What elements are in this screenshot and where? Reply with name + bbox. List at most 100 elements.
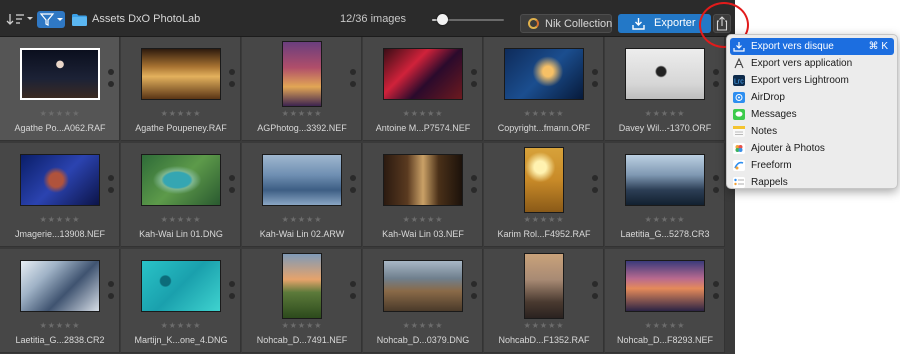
thumbnail-image[interactable] bbox=[141, 260, 221, 312]
thumbnail-cell[interactable]: ★★★★★ Nohcab_D...7491.NEF bbox=[242, 249, 362, 353]
thumbnail-image[interactable] bbox=[20, 260, 100, 312]
folder-name: Assets DxO PhotoLab bbox=[92, 13, 201, 25]
share-menu-item[interactable]: Ajouter à Photos bbox=[730, 140, 894, 157]
status-dot bbox=[108, 81, 114, 87]
status-dot bbox=[350, 81, 356, 87]
thumbnail-image[interactable] bbox=[282, 41, 322, 107]
thumbnail-cell[interactable]: ★★★★★ Karim Rol...F4952.RAF bbox=[484, 143, 604, 247]
status-dot bbox=[350, 175, 356, 181]
rating-stars[interactable]: ★★★★★ bbox=[363, 109, 483, 119]
export-disk-icon bbox=[733, 41, 745, 52]
rating-stars[interactable]: ★★★★★ bbox=[0, 109, 120, 119]
rating-stars[interactable]: ★★★★★ bbox=[0, 215, 120, 225]
thumbnail-cell[interactable]: ★★★★★ NohcabD...F1352.RAF bbox=[484, 249, 604, 353]
status-dot bbox=[592, 69, 598, 75]
thumbnail-cell[interactable]: ★★★★★ Martijn_K...one_4.DNG bbox=[121, 249, 241, 353]
zoom-slider-knob[interactable] bbox=[437, 14, 448, 25]
thumbnail-image[interactable] bbox=[141, 48, 221, 100]
sort-button[interactable] bbox=[6, 11, 34, 27]
rating-stars[interactable]: ★★★★★ bbox=[363, 215, 483, 225]
thumbnail-cell[interactable]: ★★★★★ Antoine M...P7574.NEF bbox=[363, 37, 483, 141]
status-dot bbox=[350, 187, 356, 193]
rating-stars[interactable]: ★★★★★ bbox=[121, 321, 241, 331]
thumbnail-cell[interactable]: ★★★★★ AGPhotog...3392.NEF bbox=[242, 37, 362, 141]
svg-text:Lrc: Lrc bbox=[734, 79, 744, 86]
thumbnail-image[interactable] bbox=[20, 154, 100, 206]
share-menu-item[interactable]: Export vers disque ⌘ K bbox=[730, 38, 894, 55]
thumbnail-cell[interactable]: ★★★★★ Jmagerie...13908.NEF bbox=[0, 143, 120, 247]
rating-stars[interactable]: ★★★★★ bbox=[484, 215, 604, 225]
share-menu-item-shortcut: ⌘ K bbox=[868, 41, 888, 52]
thumbnail-image[interactable] bbox=[141, 154, 221, 206]
status-dot bbox=[229, 187, 235, 193]
status-dot bbox=[713, 175, 719, 181]
thumbnail-filename: Agathe Po...A062.RAF bbox=[14, 123, 106, 133]
thumbnail-cell[interactable]: ★★★★★ Laetitia_G...2838.CR2 bbox=[0, 249, 120, 353]
thumbnail-cell[interactable]: ★★★★★ Kah-Wai Lin 02.ARW bbox=[242, 143, 362, 247]
thumbnail-image[interactable] bbox=[282, 253, 322, 319]
rating-stars[interactable]: ★★★★★ bbox=[242, 109, 362, 119]
rating-stars[interactable]: ★★★★★ bbox=[0, 321, 120, 331]
thumbnail-cell[interactable]: ★★★★★ Kah-Wai Lin 03.NEF bbox=[363, 143, 483, 247]
status-dot bbox=[108, 69, 114, 75]
thumbnail-image[interactable] bbox=[262, 154, 342, 206]
rating-stars[interactable]: ★★★★★ bbox=[242, 215, 362, 225]
share-menu-item[interactable]: Freeform bbox=[730, 157, 894, 174]
thumbnail-image[interactable] bbox=[524, 147, 564, 213]
share-menu-item-label: Messages bbox=[751, 109, 797, 120]
thumbnail-cell[interactable]: ★★★★★ Laetitia_G...5278.CR3 bbox=[605, 143, 725, 247]
rating-stars[interactable]: ★★★★★ bbox=[605, 215, 725, 225]
thumbnail-cell[interactable]: ★★★★★ Copyright...fmann.ORF bbox=[484, 37, 604, 141]
share-menu-item[interactable]: Notes bbox=[730, 123, 894, 140]
status-dot bbox=[471, 293, 477, 299]
share-menu-item-label: AirDrop bbox=[751, 92, 785, 103]
status-dot bbox=[229, 293, 235, 299]
nik-collection-button[interactable]: Nik Collection bbox=[520, 14, 612, 33]
rating-stars[interactable]: ★★★★★ bbox=[121, 215, 241, 225]
share-menu-item-label: Export vers Lightroom bbox=[751, 75, 849, 86]
rating-stars[interactable]: ★★★★★ bbox=[484, 321, 604, 331]
thumbnail-image[interactable] bbox=[625, 260, 705, 312]
share-menu-item-label: Export vers application bbox=[751, 58, 853, 69]
thumbnail-image[interactable] bbox=[20, 48, 100, 100]
thumbnail-cell[interactable]: ★★★★★ Davey Wil...-1370.ORF bbox=[605, 37, 725, 141]
thumbnail-image[interactable] bbox=[625, 48, 705, 100]
thumbnail-image[interactable] bbox=[383, 154, 463, 206]
status-dot bbox=[471, 281, 477, 287]
rating-stars[interactable]: ★★★★★ bbox=[121, 109, 241, 119]
share-menu-item-label: Export vers disque bbox=[751, 41, 834, 52]
thumbnail-cell[interactable]: ★★★★★ Agathe Po...A062.RAF bbox=[0, 37, 120, 141]
rating-stars[interactable]: ★★★★★ bbox=[605, 109, 725, 119]
thumbnail-cell[interactable]: ★★★★★ Nohcab_D...0379.DNG bbox=[363, 249, 483, 353]
thumbnail-filename: Agathe Poupeney.RAF bbox=[135, 123, 227, 133]
share-menu-item-label: Ajouter à Photos bbox=[751, 143, 825, 154]
share-menu-item[interactable]: Export vers application bbox=[730, 55, 894, 72]
filter-button[interactable] bbox=[37, 11, 65, 28]
status-dot bbox=[229, 281, 235, 287]
thumbnail-image[interactable] bbox=[625, 154, 705, 206]
thumbnail-image[interactable] bbox=[383, 260, 463, 312]
application-icon bbox=[733, 57, 745, 69]
share-menu-item[interactable]: Lrc Export vers Lightroom bbox=[730, 72, 894, 89]
thumbnail-cell[interactable]: ★★★★★ Agathe Poupeney.RAF bbox=[121, 37, 241, 141]
thumbnail-cell[interactable]: ★★★★★ Kah-Wai Lin 01.DNG bbox=[121, 143, 241, 247]
share-menu-item[interactable]: Messages bbox=[730, 106, 894, 123]
rating-stars[interactable]: ★★★★★ bbox=[484, 109, 604, 119]
rating-stars[interactable]: ★★★★★ bbox=[605, 321, 725, 331]
rating-stars[interactable]: ★★★★★ bbox=[242, 321, 362, 331]
thumbnail-image[interactable] bbox=[524, 253, 564, 319]
share-menu-item[interactable]: Rappels bbox=[730, 174, 894, 191]
status-dot bbox=[471, 81, 477, 87]
export-button[interactable]: Exporter bbox=[618, 14, 711, 33]
filter-funnel-icon bbox=[39, 13, 63, 26]
rating-stars[interactable]: ★★★★★ bbox=[363, 321, 483, 331]
status-dot bbox=[713, 187, 719, 193]
thumbnail-image[interactable] bbox=[504, 48, 584, 100]
thumbnail-cell[interactable]: ★★★★★ Nohcab_D...F8293.NEF bbox=[605, 249, 725, 353]
thumbnail-image[interactable] bbox=[383, 48, 463, 100]
thumbnail-filename: Copyright...fmann.ORF bbox=[497, 123, 591, 133]
thumbnail-filename: Nohcab_D...7491.NEF bbox=[256, 335, 348, 345]
status-dot bbox=[229, 175, 235, 181]
notes-icon bbox=[733, 126, 745, 137]
share-menu-item[interactable]: AirDrop bbox=[730, 89, 894, 106]
